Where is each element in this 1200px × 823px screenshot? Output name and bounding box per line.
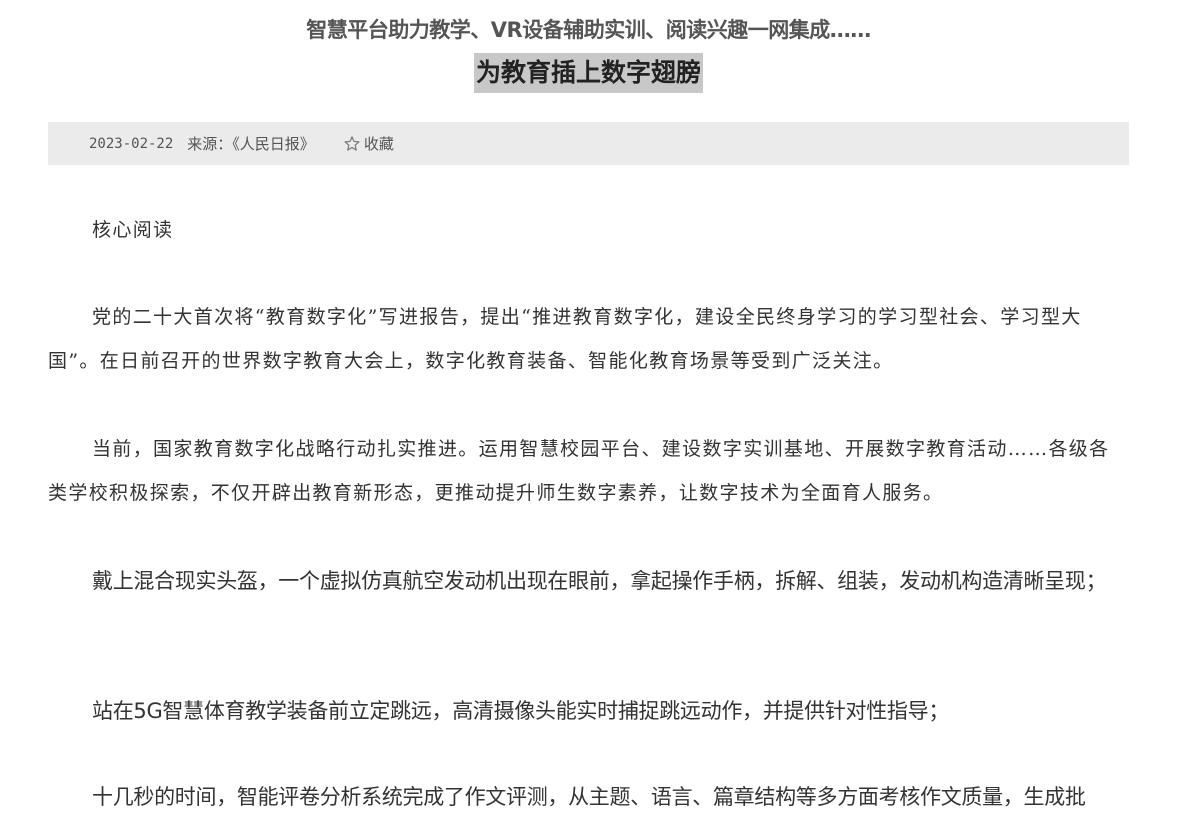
paragraph-5g-sports: 站在5G智慧体育教学装备前立定跳远，高清摄像头能实时捕捉跳远动作，并提供针对性指… bbox=[92, 699, 950, 723]
publish-date: 2023-02-22 bbox=[89, 135, 174, 152]
paragraph-vr-engine: 戴上混合现实头盔，一个虚拟仿真航空发动机出现在眼前，拿起操作手柄，拆解、组装，发… bbox=[92, 569, 1107, 593]
favorite-button[interactable]: 收藏 bbox=[343, 133, 394, 154]
paragraph-core-reading: 核心阅读 bbox=[92, 219, 174, 241]
article-title-wrap: 为教育插上数字翅膀 bbox=[48, 53, 1129, 93]
article-source: 来源：《人民日报》 bbox=[187, 135, 315, 153]
article-title: 为教育插上数字翅膀 bbox=[473, 53, 703, 93]
favorite-label: 收藏 bbox=[363, 135, 394, 153]
paragraph-ai-grading: 十几秒的时间，智能评卷分析系统完成了作文评测，从主题、语言、篇章结构等多方面考核… bbox=[92, 785, 1086, 809]
star-outline-icon bbox=[343, 135, 361, 153]
article-meta-bar: 2023-02-22 来源：《人民日报》 收藏 bbox=[48, 122, 1129, 165]
paragraph-current: 当前，国家教育数字化战略行动扎实推进。运用智慧校园平台、建设数字实训基地、开展数… bbox=[48, 438, 1110, 504]
article-subtitle: 智慧平台助力教学、VR设备辅助实训、阅读兴趣一网集成…… bbox=[306, 18, 871, 42]
paragraph-intro: 党的二十大首次将“教育数字化”写进报告，提出“推进教育数字化，建设全民终身学习的… bbox=[48, 306, 1082, 372]
